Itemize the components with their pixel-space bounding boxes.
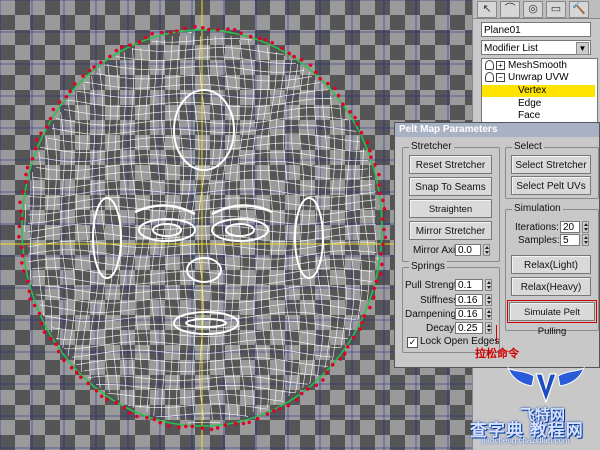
command-panel-tabs: ↖ ⌒ ◎ ▭ 🔨 bbox=[473, 0, 600, 19]
stiffness-field[interactable]: 0.16 bbox=[455, 294, 483, 306]
dampening-field[interactable]: 0.16 bbox=[455, 308, 483, 320]
samples-label: Samples: bbox=[518, 235, 560, 246]
display-tab-icon[interactable]: ▭ bbox=[546, 1, 566, 18]
mirror-axis-spinner[interactable] bbox=[483, 244, 490, 256]
stack-item-label: MeshSmooth bbox=[508, 60, 567, 71]
chevron-down-icon: ▼ bbox=[576, 42, 589, 55]
decay-spinner[interactable] bbox=[485, 322, 492, 334]
expand-icon[interactable]: + bbox=[496, 60, 505, 70]
springs-group-label: Springs bbox=[409, 261, 447, 272]
stack-item-meshsmooth[interactable]: + MeshSmooth bbox=[482, 60, 595, 72]
snap-to-seams-button[interactable]: Snap To Seams bbox=[409, 177, 492, 196]
mirror-stretcher-button[interactable]: Mirror Stretcher bbox=[409, 221, 492, 240]
watermark-wings-logo bbox=[506, 366, 586, 404]
modifier-stack: + MeshSmooth − Unwrap UVW Vertex Edge Face bbox=[481, 58, 598, 124]
samples-field[interactable]: 5 bbox=[560, 234, 580, 246]
select-group-label: Select bbox=[512, 141, 544, 152]
dialog-title[interactable]: Pelt Map Parameters bbox=[395, 123, 599, 137]
annotation-label: 拉松命令 bbox=[475, 348, 519, 360]
samples-spinner[interactable] bbox=[582, 234, 589, 246]
pull-strength-spinner[interactable] bbox=[485, 279, 492, 291]
object-name-field[interactable]: Plane01 bbox=[481, 22, 591, 37]
pull-strength-field[interactable]: 0.1 bbox=[455, 279, 483, 291]
modifier-list-label: Modifier List bbox=[484, 43, 538, 54]
pelt-map-parameters-dialog: Pelt Map Parameters Stretcher Reset Stre… bbox=[394, 122, 600, 368]
stack-subitem-face[interactable]: Face bbox=[482, 110, 595, 122]
stack-subitem-vertex[interactable]: Vertex bbox=[482, 85, 595, 97]
collapse-icon[interactable]: − bbox=[496, 72, 505, 82]
select-stretcher-button[interactable]: Select Stretcher bbox=[511, 155, 591, 174]
decay-field[interactable]: 0.25 bbox=[455, 322, 483, 334]
create-tab-icon[interactable]: ↖ bbox=[477, 1, 497, 18]
stretcher-group-label: Stretcher bbox=[409, 141, 454, 152]
lightbulb-icon[interactable] bbox=[485, 72, 494, 83]
reset-stretcher-button[interactable]: Reset Stretcher bbox=[409, 155, 492, 174]
decay-label: Decay: bbox=[426, 323, 458, 334]
hierarchy-tab-icon[interactable]: ◎ bbox=[523, 1, 543, 18]
select-pelt-uvs-button[interactable]: Select Pelt UVs bbox=[511, 176, 591, 195]
iterations-spinner[interactable] bbox=[582, 221, 589, 233]
simulate-pelt-pulling-button[interactable]: Simulate Pelt Pulling bbox=[507, 300, 597, 337]
stack-subitem-edge[interactable]: Edge bbox=[482, 98, 595, 110]
relax-heavy-button[interactable]: Relax(Heavy) bbox=[511, 277, 591, 296]
stiffness-spinner[interactable] bbox=[485, 294, 492, 306]
relax-light-button[interactable]: Relax(Light) bbox=[511, 255, 591, 274]
iterations-field[interactable]: 20 bbox=[560, 221, 580, 233]
modify-tab-icon[interactable]: ⌒ bbox=[500, 1, 520, 18]
dampening-label: Dampening: bbox=[405, 309, 459, 320]
stack-item-label: Unwrap UVW bbox=[508, 72, 569, 83]
utilities-tab-icon[interactable]: 🔨 bbox=[569, 1, 589, 18]
simulation-group-label: Simulation bbox=[512, 203, 563, 214]
modifier-list-dropdown[interactable]: Modifier List ▼ bbox=[481, 40, 591, 55]
iterations-label: Iterations: bbox=[515, 222, 559, 233]
annotation-pointer bbox=[496, 325, 497, 343]
watermark-url: jiaocheng.chazidian.com bbox=[482, 436, 570, 445]
straighten-stretcher-button[interactable]: Straighten Stretcher bbox=[409, 199, 492, 234]
dampening-spinner[interactable] bbox=[485, 308, 492, 320]
stack-item-unwrap-uvw[interactable]: − Unwrap UVW bbox=[482, 72, 595, 84]
lock-open-edges-checkbox[interactable]: ✓ bbox=[407, 337, 418, 348]
mirror-axis-field[interactable]: 0.0 bbox=[455, 244, 481, 256]
lightbulb-icon[interactable] bbox=[485, 60, 494, 71]
